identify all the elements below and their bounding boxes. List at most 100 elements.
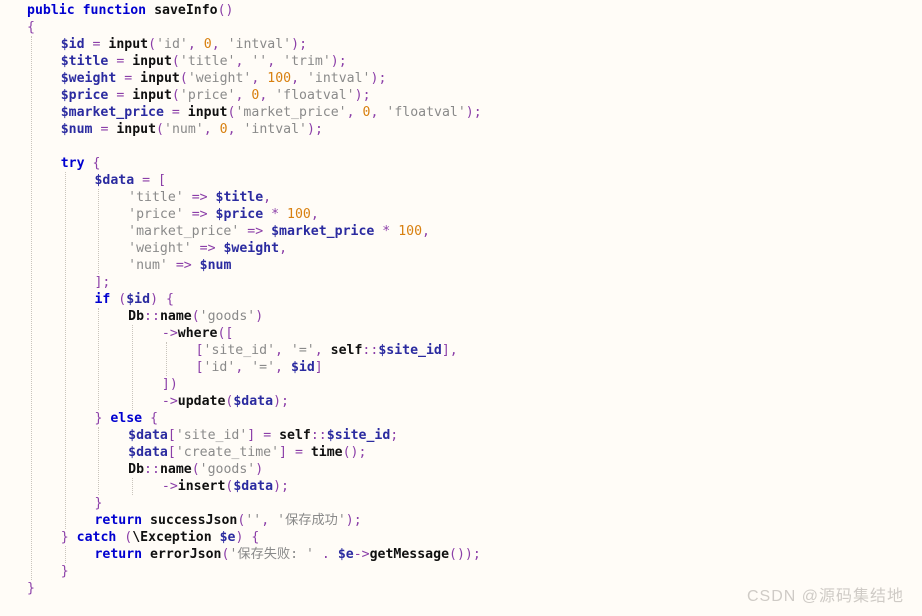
- code-line: $data['create_time'] = time();: [0, 444, 922, 461]
- csdn-watermark: CSDN @源码集结地: [746, 588, 904, 605]
- code-line: $title = input('title', '', 'trim');: [0, 53, 922, 70]
- code-token-punc: ::: [362, 343, 379, 358]
- code-token-kw: return: [94, 513, 143, 528]
- code-token-punc: ,: [263, 190, 272, 205]
- code-line: return errorJson('保存失败: ' . $e->getMessa…: [0, 546, 922, 563]
- code-token-str: 'num': [164, 122, 204, 137]
- code-token-fn: successJson: [150, 513, 238, 528]
- code-token-punc: ::: [144, 462, 160, 477]
- code-line: return successJson('', '保存成功');: [0, 512, 922, 529]
- code-token-fn: input: [108, 37, 149, 52]
- code-token-str: 'title': [179, 54, 236, 69]
- code-line: $weight = input('weight', 100, 'intval')…: [0, 70, 922, 87]
- code-token-fn: input: [187, 105, 228, 120]
- code-token-var: $data: [128, 428, 168, 443]
- code-token-punc: =>: [247, 224, 264, 239]
- code-token-num: 100: [398, 224, 423, 239]
- code-token-punc: ,: [310, 207, 319, 222]
- code-token-var: $price: [60, 88, 109, 103]
- code-token-punc: );: [465, 105, 482, 120]
- code-token-punc: {: [251, 530, 260, 545]
- code-token-punc: ->: [161, 326, 178, 341]
- code-token-str: '': [251, 54, 268, 69]
- code-token-punc: =>: [175, 258, 192, 273]
- code-token-var: $price: [215, 207, 264, 222]
- code-line: Db::name('goods'): [0, 461, 922, 478]
- code-token-punc: ;: [390, 428, 399, 443]
- code-token-str: 'title': [128, 190, 184, 205]
- code-token-punc: ,: [279, 241, 288, 256]
- code-token-punc: ,: [227, 122, 236, 137]
- code-token-kw: public: [27, 3, 75, 18]
- code-token-str: '': [245, 513, 262, 528]
- code-token-punc: ): [255, 462, 264, 477]
- code-token-punc: ,: [211, 37, 220, 52]
- code-token-kw: try: [60, 156, 85, 171]
- code-token-punc: =: [124, 71, 133, 86]
- code-token-str: '保存成功': [277, 513, 346, 528]
- code-token-punc: ,: [261, 513, 270, 528]
- code-token-punc: =: [294, 445, 303, 460]
- code-lines-container: public function saveInfo(){$id = input('…: [0, 0, 922, 597]
- code-token-punc: (: [191, 309, 200, 324]
- code-token-str: '=': [290, 343, 315, 358]
- code-token-str: '保存失败: ': [229, 547, 314, 562]
- code-token-var: $e: [337, 547, 354, 562]
- code-token-var: $title: [215, 190, 264, 205]
- code-token-punc: }: [60, 564, 69, 579]
- code-line: }: [0, 563, 922, 580]
- code-token-punc: ());: [449, 547, 481, 562]
- code-token-punc: (: [156, 122, 164, 137]
- code-token-punc: }: [27, 581, 35, 596]
- code-line: ->insert($data);: [0, 478, 922, 495]
- code-token-var: $market_price: [271, 224, 375, 239]
- code-token-punc: );: [370, 71, 387, 86]
- code-token-punc: [: [167, 445, 176, 460]
- code-token-str: 'site_id': [203, 343, 276, 358]
- code-line: } catch (\Exception $e) {: [0, 529, 922, 546]
- code-line: 'num' => $num: [0, 257, 922, 274]
- code-token-var: $num: [60, 122, 93, 137]
- code-token-var: $title: [60, 54, 109, 69]
- code-token-num: 100: [287, 207, 311, 222]
- code-line: $data = [: [0, 172, 922, 189]
- code-token-str: 'market_price': [128, 224, 240, 239]
- code-token-punc: ,: [187, 37, 196, 52]
- code-token-punc: {: [150, 411, 159, 426]
- code-token-punc: ,: [267, 54, 276, 69]
- code-token-punc: );: [307, 122, 323, 137]
- code-line: try {: [0, 155, 922, 172]
- code-token-punc: ]: [314, 360, 323, 375]
- code-token-str: 'id': [156, 37, 188, 52]
- code-token-punc: =: [171, 105, 180, 120]
- code-line: {: [0, 19, 922, 36]
- code-token-punc: [: [167, 428, 176, 443]
- code-token-fn: input: [140, 71, 180, 86]
- code-token-punc: ,: [422, 224, 430, 239]
- code-token-punc: ::: [310, 428, 327, 443]
- code-token-kw: catch: [76, 530, 117, 545]
- code-editor-view[interactable]: public function saveInfo(){$id = input('…: [0, 0, 922, 616]
- code-token-var: $site_id: [378, 343, 442, 358]
- code-token-str: 'num': [128, 258, 168, 273]
- code-line: $price = input('price', 0, 'floatval');: [0, 87, 922, 104]
- code-token-fn: input: [132, 88, 172, 103]
- code-token-punc: .: [321, 547, 330, 562]
- code-token-punc: ->: [353, 547, 370, 562]
- code-token-punc: {: [92, 156, 101, 171]
